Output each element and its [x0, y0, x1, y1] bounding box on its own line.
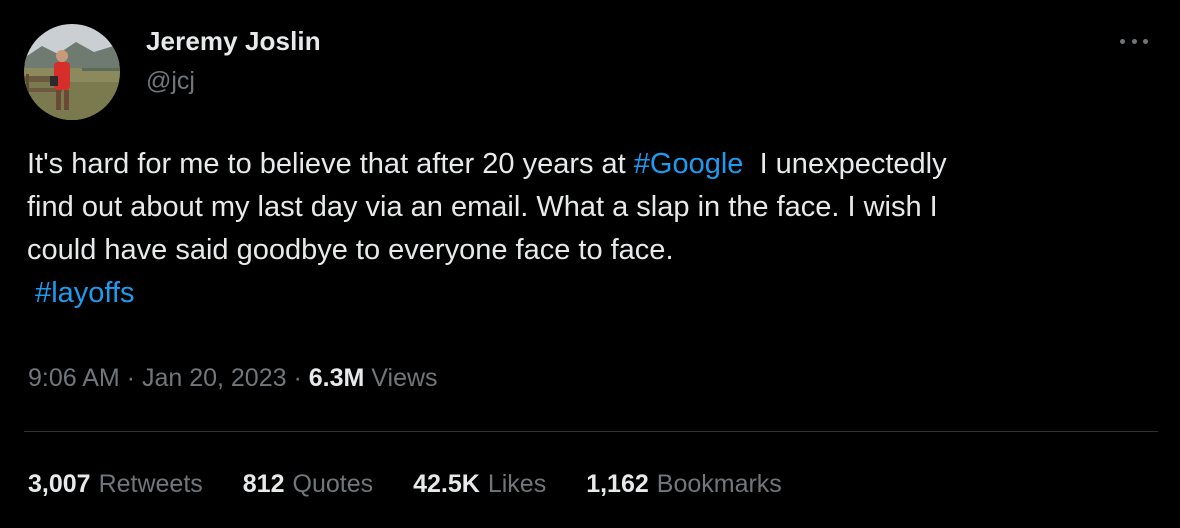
quotes-stat[interactable]: 812 Quotes	[243, 470, 373, 499]
stat-count: 3,007	[28, 470, 91, 498]
stat-label: Retweets	[98, 470, 203, 498]
hashtag-link[interactable]: #Google	[634, 148, 744, 180]
stat-label: Likes	[487, 470, 547, 498]
likes-stat[interactable]: 42.5K Likes	[413, 470, 546, 499]
bookmarks-stat[interactable]: 1,162 Bookmarks	[586, 470, 782, 499]
stat-count: 1,162	[586, 470, 649, 498]
tweet-text-part: It's hard for me to believe that after 2…	[27, 148, 634, 180]
retweets-stat[interactable]: 3,007 Retweets	[28, 470, 203, 499]
more-options-button[interactable]	[1120, 34, 1148, 48]
divider	[24, 431, 1158, 432]
avatar[interactable]	[24, 24, 120, 120]
more-icon-dot	[1131, 38, 1137, 44]
tweet-time[interactable]: 9:06 AM	[28, 364, 120, 392]
engagement-stats: 3,007 Retweets 812 Quotes 42.5K Likes 1,162…	[28, 470, 782, 499]
hashtag-link[interactable]: #layoffs	[35, 277, 134, 309]
views-label: Views	[371, 364, 438, 392]
more-icon-dot	[1143, 38, 1148, 44]
meta-separator: ·	[286, 364, 309, 392]
stat-label: Quotes	[292, 470, 374, 498]
author-handle[interactable]: @jcj	[146, 67, 195, 96]
stat-count: 812	[242, 470, 285, 498]
meta-separator: ·	[119, 364, 142, 392]
tweet-card: Jeremy Joslin @jcj It's hard for me to b…	[0, 0, 1180, 528]
stat-label: Bookmarks	[656, 470, 782, 498]
tweet-text: It's hard for me to believe that after 2…	[27, 143, 1157, 315]
author-name[interactable]: Jeremy Joslin	[146, 26, 321, 57]
more-icon-dot	[1120, 38, 1125, 44]
stat-count: 42.5K	[413, 470, 480, 498]
avatar-photo	[24, 24, 120, 120]
tweet-date[interactable]: Jan 20, 2023	[142, 364, 287, 392]
tweet-meta: 9:06 AM · Jan 20, 2023 · 6.3M Views	[28, 364, 438, 393]
views-count: 6.3M	[308, 364, 365, 392]
